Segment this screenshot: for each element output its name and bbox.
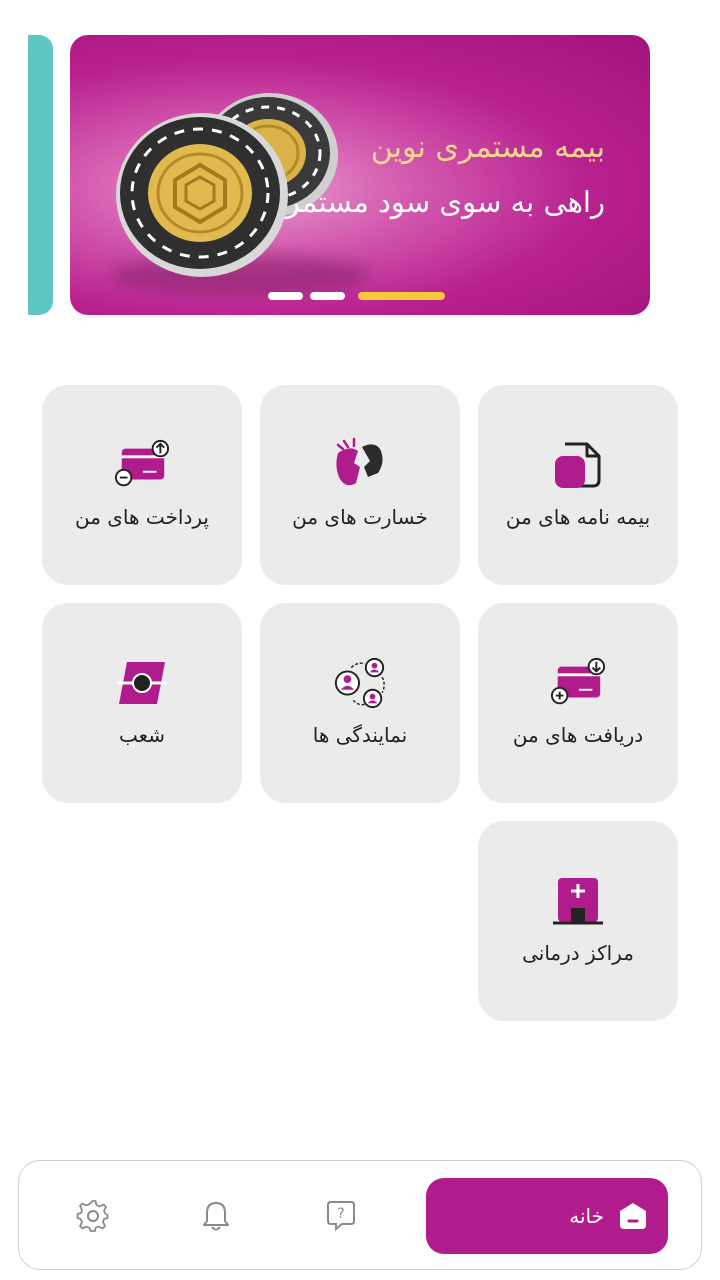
agents-network-icon — [332, 655, 388, 711]
carousel-dot-3-active[interactable] — [358, 292, 445, 300]
tile-my-receipts[interactable]: دریافت های من — [478, 603, 678, 803]
carousel-dot-1[interactable] — [268, 292, 303, 300]
nav-home-button[interactable]: خانه — [426, 1178, 668, 1254]
card-payment-icon — [114, 437, 170, 493]
bell-icon[interactable] — [199, 1199, 233, 1233]
card-receive-icon — [550, 655, 606, 711]
carousel-dot-2[interactable] — [310, 292, 345, 300]
broken-damage-icon — [332, 437, 388, 493]
tile-label: دریافت های من — [512, 723, 644, 747]
tile-my-payments[interactable]: پرداخت های من — [42, 385, 242, 585]
branch-location-icon — [114, 655, 170, 711]
bottom-navigation: خانه ? — [18, 1160, 702, 1270]
tile-my-policies[interactable]: بیمه نامه های من — [478, 385, 678, 585]
previous-slide-peek[interactable] — [28, 35, 53, 315]
banner-title: بیمه مستمری نوین — [370, 130, 605, 165]
tile-label: نمایندگی ها — [312, 723, 408, 747]
tile-my-claims[interactable]: خسارت های من — [260, 385, 460, 585]
tile-label: شعب — [118, 723, 166, 747]
tile-medical-centers[interactable]: مراکز درمانی — [478, 821, 678, 1021]
help-icon[interactable]: ? — [324, 1199, 358, 1233]
tile-label: پرداخت های من — [74, 505, 209, 529]
policy-document-icon — [550, 437, 606, 493]
tile-agencies[interactable]: نمایندگی ها — [260, 603, 460, 803]
nav-home-label: خانه — [569, 1204, 604, 1228]
hospital-icon — [550, 873, 606, 929]
svg-text:?: ? — [337, 1206, 344, 1222]
banner-subtitle: راهی به سوی سود مستمر — [285, 185, 605, 219]
tile-label: بیمه نامه های من — [505, 505, 651, 529]
promo-banner[interactable]: بیمه مستمری نوین راهی به سوی سود مستمر — [70, 35, 650, 315]
tile-label: مراکز درمانی — [522, 941, 634, 965]
tile-label: خسارت های من — [292, 505, 428, 529]
home-icon — [620, 1203, 646, 1229]
tile-branches[interactable]: شعب — [42, 603, 242, 803]
gear-icon[interactable] — [76, 1199, 110, 1233]
